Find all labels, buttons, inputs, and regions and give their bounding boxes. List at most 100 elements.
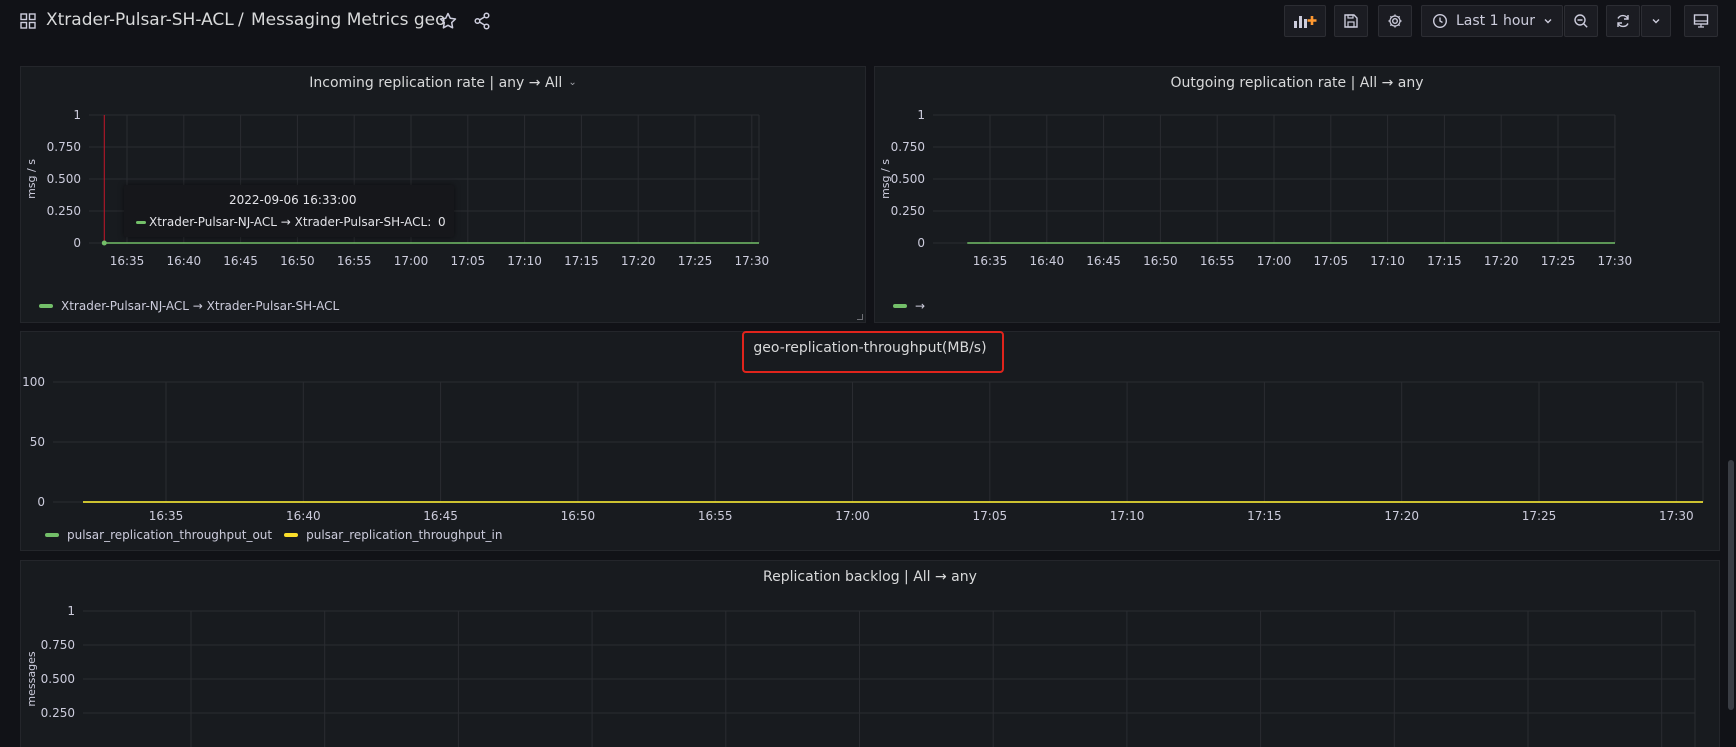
legend-item[interactable]: pulsar_replication_throughput_in	[284, 528, 503, 542]
x-tick-label: 16:50	[280, 254, 315, 268]
x-tick-label: 17:15	[1427, 254, 1462, 268]
x-tick-label: 16:40	[1030, 254, 1065, 268]
x-tick-label: 17:10	[1370, 254, 1405, 268]
x-tick-label: 16:45	[423, 509, 458, 523]
zoom-out-button[interactable]	[1564, 5, 1598, 37]
x-tick-label: 17:10	[507, 254, 542, 268]
y-tick-label: 0.250	[47, 204, 81, 218]
y-tick-label: 0	[73, 236, 81, 250]
grid-icon[interactable]	[20, 13, 36, 29]
chevron-down-icon	[1544, 19, 1552, 24]
highlight-annotation-box	[742, 331, 1004, 373]
x-tick-label: 17:05	[973, 509, 1008, 523]
share-icon[interactable]	[472, 11, 492, 31]
y-axis-label: msg / s	[879, 159, 892, 199]
x-tick-label: 16:40	[286, 509, 321, 523]
chart-legend: pulsar_replication_throughput_out pulsar…	[45, 528, 515, 542]
save-icon	[1344, 14, 1358, 28]
y-tick-label: 1	[917, 108, 925, 122]
zoom-out-icon	[1574, 14, 1588, 28]
x-tick-label: 16:55	[1200, 254, 1235, 268]
y-tick-label: 0.500	[47, 172, 81, 186]
star-icon[interactable]	[438, 11, 458, 31]
x-tick-label: 17:05	[451, 254, 486, 268]
x-tick-label: 16:55	[698, 509, 733, 523]
breadcrumb-folder[interactable]: Xtrader-Pulsar-SH-ACL	[46, 10, 234, 30]
legend-item[interactable]: pulsar_replication_throughput_out	[45, 528, 272, 542]
dashboard-title[interactable]: Messaging Metrics geo	[251, 10, 446, 30]
x-tick-label: 17:25	[1541, 254, 1576, 268]
add-panel-button[interactable]	[1284, 5, 1326, 37]
chart-legend: →	[893, 299, 937, 313]
x-tick-label: 16:40	[167, 254, 202, 268]
legend-item[interactable]: →	[893, 299, 925, 313]
x-tick-label: 16:50	[1143, 254, 1178, 268]
tooltip-time: 2022-09-06 16:33:00	[229, 193, 357, 207]
legend-label: →	[915, 299, 926, 313]
gear-icon	[1388, 14, 1402, 28]
x-tick-label: 16:45	[1086, 254, 1121, 268]
x-tick-label: 17:05	[1314, 254, 1349, 268]
x-tick-label: 17:20	[1484, 254, 1519, 268]
hover-point	[101, 240, 107, 246]
x-tick-label: 17:25	[678, 254, 713, 268]
x-tick-label: 16:55	[337, 254, 372, 268]
refresh-interval-dropdown[interactable]	[1641, 5, 1671, 37]
x-tick-label: 17:25	[1522, 509, 1557, 523]
monitor-icon	[1693, 14, 1709, 28]
x-tick-label: 17:00	[835, 509, 870, 523]
time-range-label: Last 1 hour	[1456, 13, 1536, 29]
chart-tooltip: 2022-09-06 16:33:00 Xtrader-Pulsar-NJ-AC…	[124, 185, 454, 237]
refresh-button[interactable]	[1606, 5, 1640, 37]
x-tick-label: 16:35	[973, 254, 1008, 268]
save-dashboard-button[interactable]	[1334, 5, 1368, 37]
y-tick-label: 0.500	[891, 172, 925, 186]
tv-mode-button[interactable]	[1684, 5, 1718, 37]
y-tick-label: 0.750	[41, 638, 75, 652]
y-tick-label: 0.250	[41, 706, 75, 720]
breadcrumb-separator: /	[238, 10, 244, 30]
x-tick-label: 17:15	[564, 254, 599, 268]
y-tick-label: 100	[22, 375, 45, 389]
legend-label: Xtrader-Pulsar-NJ-ACL → Xtrader-Pulsar-S…	[61, 299, 340, 313]
x-tick-label: 17:00	[394, 254, 429, 268]
chart-legend: Xtrader-Pulsar-NJ-ACL → Xtrader-Pulsar-S…	[39, 299, 351, 313]
tooltip-value: 0	[438, 215, 446, 229]
page-scrollbar[interactable]	[1728, 460, 1734, 710]
refresh-icon	[1617, 14, 1629, 28]
x-tick-label: 17:20	[621, 254, 656, 268]
y-tick-label: 50	[30, 435, 45, 449]
dashboard-settings-button[interactable]	[1378, 5, 1412, 37]
y-tick-label: 0.750	[891, 140, 925, 154]
y-tick-label: 0.500	[41, 672, 75, 686]
backlog-chart[interactable]: 0.250 0.500 0.750 1 messages	[21, 561, 1721, 747]
legend-label: pulsar_replication_throughput_in	[306, 528, 503, 542]
y-tick-label: 0	[37, 495, 45, 509]
x-tick-label: 16:35	[149, 509, 184, 523]
x-tick-label: 16:45	[223, 254, 258, 268]
backlog-panel: Replication backlog | All → any 0.250 0.5…	[20, 560, 1720, 747]
legend-swatch	[45, 533, 59, 537]
outgoing-replication-panel: Outgoing replication rate | All → any 00…	[874, 66, 1720, 323]
tooltip-series-label: Xtrader-Pulsar-NJ-ACL → Xtrader-Pulsar-S…	[149, 215, 432, 229]
x-tick-label: 17:00	[1257, 254, 1292, 268]
y-tick-label: 1	[67, 604, 75, 618]
tooltip-series: Xtrader-Pulsar-NJ-ACL → Xtrader-Pulsar-S…	[136, 215, 431, 229]
outgoing-replication-chart[interactable]: 0 0.250 0.500 0.750 1 16:35 16:40 16:45 16:50 16:…	[875, 67, 1721, 324]
panel-resize-handle[interactable]	[857, 314, 863, 320]
y-tick-label: 0.250	[891, 204, 925, 218]
x-tick-label: 17:15	[1247, 509, 1282, 523]
x-tick-label: 17:20	[1384, 509, 1419, 523]
time-range-picker[interactable]: Last 1 hour	[1421, 5, 1563, 37]
legend-swatch	[39, 304, 53, 308]
legend-label: pulsar_replication_throughput_out	[67, 528, 273, 542]
legend-swatch	[893, 304, 907, 308]
x-tick-label: 17:30	[1598, 254, 1633, 268]
x-tick-label: 17:30	[735, 254, 770, 268]
legend-item[interactable]: Xtrader-Pulsar-NJ-ACL → Xtrader-Pulsar-S…	[39, 299, 339, 313]
y-tick-label: 1	[73, 108, 81, 122]
x-tick-label: 16:50	[561, 509, 596, 523]
y-tick-label: 0	[917, 236, 925, 250]
y-axis-label: msg / s	[25, 159, 38, 199]
x-tick-label: 16:35	[110, 254, 145, 268]
